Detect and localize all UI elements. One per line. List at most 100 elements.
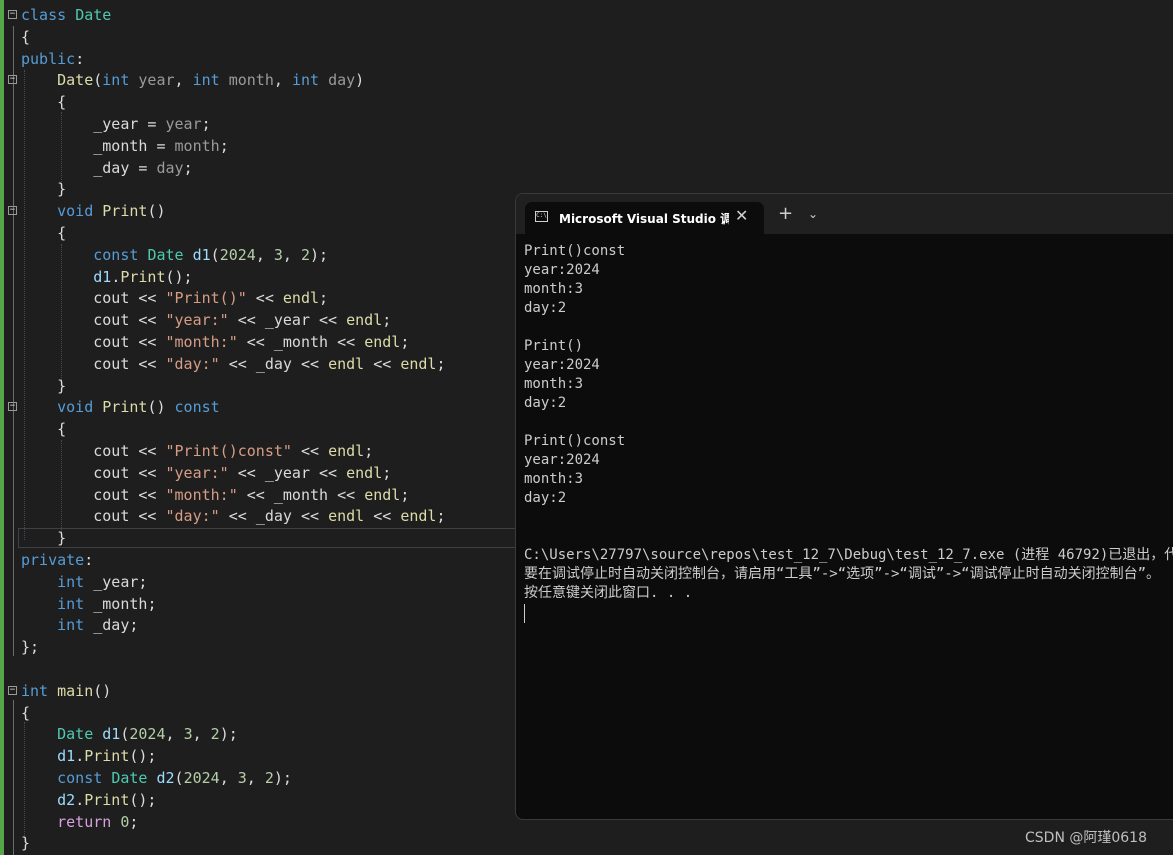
code-token: endl	[328, 507, 365, 526]
code-line[interactable]: _year = year;	[21, 113, 211, 135]
code-token: <<	[129, 354, 166, 373]
code-line[interactable]: int main()	[21, 680, 111, 702]
close-tab-icon[interactable]: ✕	[735, 206, 748, 225]
watermark: CSDN @阿瑾0618	[1025, 830, 1147, 846]
code-line[interactable]: }	[21, 178, 66, 200]
collapse-icon[interactable]: −	[8, 685, 17, 695]
code-token: =	[147, 136, 175, 155]
code-token: {	[21, 224, 67, 242]
code-token: Date	[111, 769, 148, 787]
terminal-tab[interactable]: C:\ Microsoft Visual Studio 调试控制台 ✕	[525, 202, 764, 234]
code-line[interactable]: }	[21, 375, 66, 397]
code-line[interactable]: _day = day;	[21, 157, 192, 179]
code-line[interactable]: cout << "Print()const" << endl;	[21, 440, 373, 462]
code-token: :	[84, 551, 94, 569]
code-line[interactable]: public:	[21, 48, 84, 70]
code-line[interactable]: cout << "year:" << _year << endl;	[21, 462, 391, 484]
code-line[interactable]: };	[21, 636, 39, 658]
code-token: cout	[93, 442, 130, 460]
code-line[interactable]: {	[21, 702, 30, 724]
code-token: ;	[436, 507, 446, 526]
code-line[interactable]: class Date	[21, 4, 111, 26]
code-token: ;	[400, 333, 410, 351]
code-line[interactable]: int _year;	[21, 571, 147, 593]
code-token: ,	[165, 725, 184, 744]
code-token: int	[57, 594, 85, 613]
code-token: "year:"	[165, 311, 229, 330]
collapse-icon[interactable]: −	[8, 75, 17, 85]
code-token: <<	[129, 463, 166, 482]
code-token: <<	[291, 507, 329, 526]
code-token: month	[228, 71, 274, 90]
new-tab-button[interactable]: +	[778, 203, 793, 224]
code-line[interactable]: }	[21, 832, 30, 854]
code-token: _month	[93, 594, 148, 613]
code-token: );	[310, 245, 329, 264]
code-line[interactable]: cout << "day:" << _day << endl << endl;	[21, 505, 445, 527]
tab-dropdown-icon[interactable]: ⌄	[808, 207, 818, 221]
code-line[interactable]: }	[21, 527, 66, 549]
code-token: ;	[201, 115, 211, 133]
code-token: )	[355, 71, 365, 90]
code-line[interactable]: {	[21, 26, 30, 48]
collapse-icon[interactable]: −	[8, 206, 17, 216]
code-token: Print	[102, 398, 148, 417]
code-line[interactable]: cout << "year:" << _year << endl;	[21, 309, 391, 331]
code-line[interactable]: const Date d1(2024, 3, 2);	[21, 244, 328, 266]
code-token: <<	[129, 442, 166, 460]
code-line[interactable]: void Print()	[21, 200, 165, 222]
code-line[interactable]: d1.Print();	[21, 266, 192, 288]
code-token: cout	[93, 485, 130, 504]
code-token: };	[21, 638, 40, 657]
code-line[interactable]: Date d1(2024, 3, 2);	[21, 723, 238, 745]
code-line[interactable]: {	[21, 222, 66, 244]
code-token: {	[21, 93, 67, 112]
code-line[interactable]: d2.Print();	[21, 789, 156, 811]
code-line[interactable]: return 0;	[21, 811, 138, 833]
code-line[interactable]: _month = month;	[21, 135, 228, 157]
code-line[interactable]: cout << "month:" << _month << endl;	[21, 484, 409, 506]
code-line[interactable]: void Print() const	[21, 396, 220, 418]
code-line[interactable]: {	[21, 91, 66, 113]
code-token: <<	[219, 354, 256, 373]
code-token: endl	[328, 442, 365, 460]
code-line[interactable]: const Date d2(2024, 3, 2);	[21, 767, 292, 789]
code-token: 2	[264, 769, 274, 787]
code-token: ;	[129, 616, 139, 635]
code-token: void	[57, 398, 94, 417]
code-token: ;	[436, 354, 446, 373]
code-token: int	[57, 616, 85, 635]
code-token: <<	[228, 311, 265, 330]
code-line[interactable]: cout << "day:" << _day << endl << endl;	[21, 353, 445, 375]
collapse-icon[interactable]: −	[8, 10, 17, 19]
code-token: <<	[129, 333, 166, 351]
code-token: 3	[183, 725, 193, 744]
code-line[interactable]: {	[21, 418, 66, 440]
code-token: ,	[273, 71, 292, 90]
code-line[interactable]: int _month;	[21, 593, 156, 615]
code-line[interactable]: int _day;	[21, 614, 138, 636]
code-token: _month	[93, 136, 148, 155]
code-line[interactable]: cout << "month:" << _month << endl;	[21, 331, 409, 353]
code-line[interactable]: Date(int year, int month, int day)	[21, 69, 364, 91]
code-token: _year	[93, 115, 139, 133]
code-line[interactable]: cout << "Print()" << endl;	[21, 287, 328, 309]
debug-console-window[interactable]: C:\ Microsoft Visual Studio 调试控制台 ✕ + ⌄ …	[515, 193, 1173, 820]
code-line[interactable]: private:	[21, 549, 93, 571]
code-token: "month:"	[165, 485, 238, 504]
code-token: ;	[400, 485, 410, 504]
code-token: ;	[147, 594, 157, 613]
code-line[interactable]: d1.Print();	[21, 745, 156, 767]
code-token: _month	[273, 485, 329, 504]
output-line: 按任意键关闭此窗口. . .	[524, 585, 693, 601]
code-token: );	[273, 769, 292, 787]
collapse-icon[interactable]: −	[8, 402, 17, 412]
